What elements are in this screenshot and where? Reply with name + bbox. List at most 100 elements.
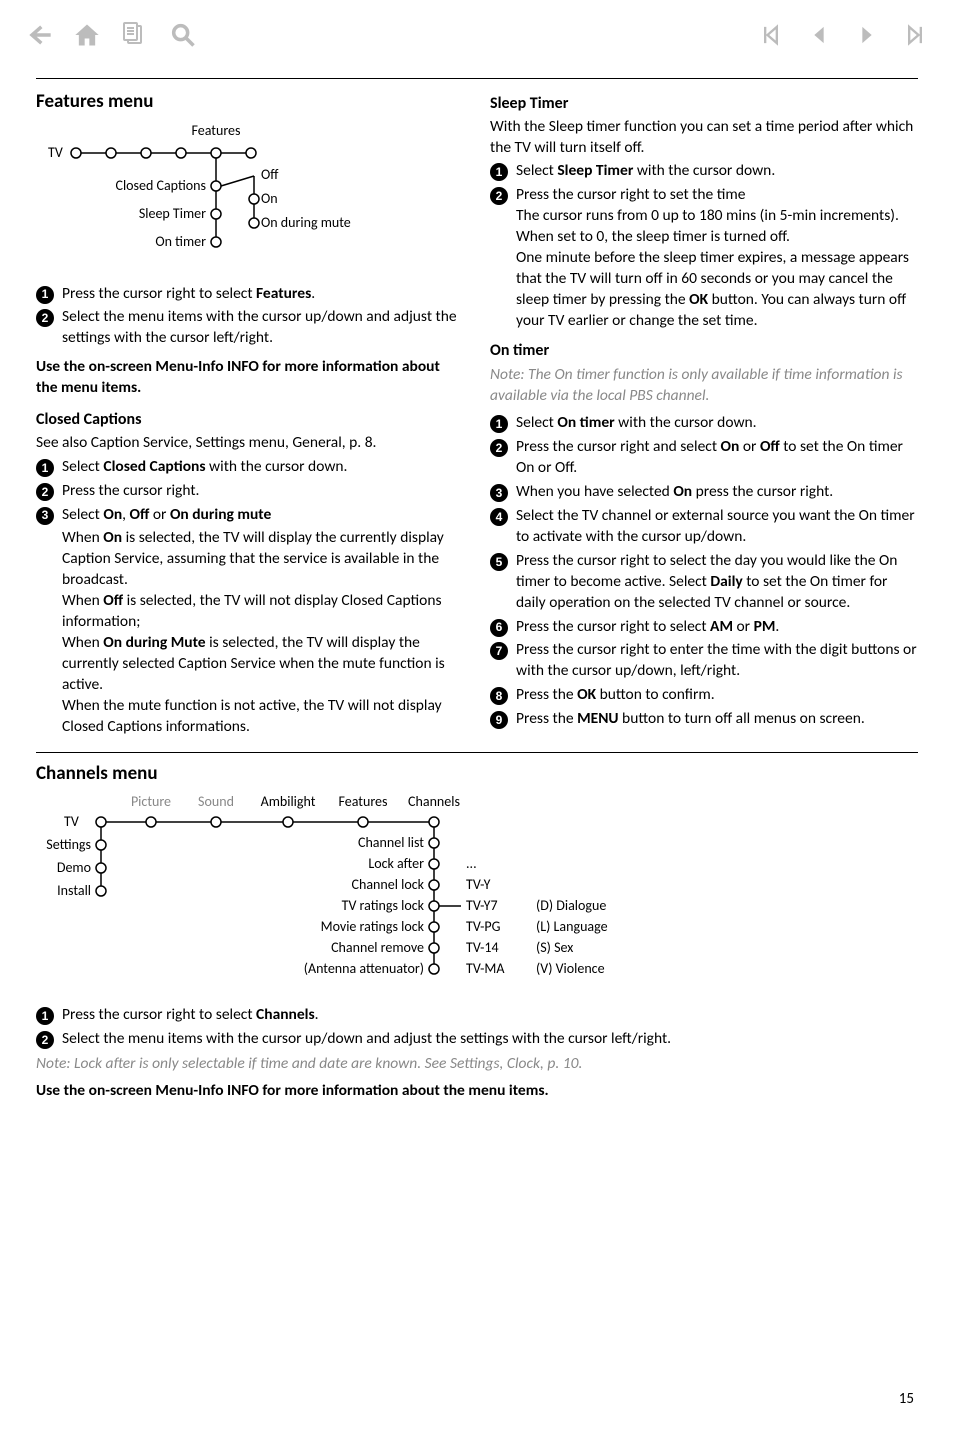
right-column: Sleep Timer With the Sleep timer functio… (490, 89, 918, 738)
step-number-badge: 1 (36, 286, 54, 304)
step-number-badge: 3 (36, 507, 54, 525)
svg-text:Install: Install (57, 882, 91, 899)
step-text: Press the cursor right to select Channel… (62, 1005, 918, 1026)
prev-page-icon[interactable] (804, 20, 834, 50)
features-step-1: 1 Press the cursor right to select Featur… (36, 284, 464, 305)
step-number-badge: 9 (490, 711, 508, 729)
channels-step-1: 1Press the cursor right to select Channe… (36, 1005, 918, 1026)
step-text: Select On timer with the cursor down. (516, 413, 918, 434)
step-text: Select Closed Captions with the cursor d… (62, 457, 464, 478)
svg-text:Picture: Picture (131, 793, 171, 810)
sleep-intro: With the Sleep timer function you can se… (490, 117, 918, 159)
channels-title: Channels menu (36, 761, 918, 787)
step-number-badge: 7 (490, 642, 508, 660)
step-text: Press the cursor right to select Feature… (62, 284, 464, 305)
cc-step-3: 3 Select On, Off or On during mute (36, 505, 464, 526)
step-number-badge: 1 (490, 415, 508, 433)
step-number-badge: 1 (490, 163, 508, 181)
svg-text:Settings: Settings (46, 836, 91, 853)
ontimer-step-8: 8 Press the OK button to confirm. (490, 685, 918, 706)
last-page-icon[interactable] (900, 20, 930, 50)
svg-text:On timer: On timer (155, 233, 206, 250)
svg-text:Off: Off (261, 166, 279, 183)
step-text: Press the cursor right to enter the time… (516, 640, 918, 682)
svg-text:Ambilight: Ambilight (261, 793, 316, 810)
home-icon[interactable] (72, 20, 102, 50)
step-text: Press the OK button to confirm. (516, 685, 918, 706)
ontimer-step-6: 6 Press the cursor right to select AM or … (490, 617, 918, 638)
toolbar-right (756, 20, 930, 50)
ontimer-step-5: 5Press the cursor right to select the da… (490, 551, 918, 614)
ontimer-step-7: 7 Press the cursor right to enter the tim… (490, 640, 918, 682)
svg-text:Features: Features (339, 793, 388, 810)
features-diagram: Features TV Closed Captions Sleep Timer (36, 121, 464, 268)
svg-text:TV ratings lock: TV ratings lock (342, 897, 425, 914)
step-text: When you have selected On press the curs… (516, 482, 918, 503)
cc-step-1: 1 Select Closed Captions with the cursor … (36, 457, 464, 478)
back-arrow-icon[interactable] (24, 20, 54, 50)
svg-text:TV-MA: TV-MA (466, 960, 505, 977)
svg-text:Demo: Demo (57, 859, 91, 876)
svg-text:Channel list: Channel list (358, 834, 424, 851)
svg-text:Closed Captions: Closed Captions (115, 177, 206, 194)
step-number-badge: 3 (490, 484, 508, 502)
step-text: Press the cursor right to select AM or P… (516, 617, 918, 638)
step-text: Select Sleep Timer with the cursor down. (516, 161, 918, 182)
svg-text:...: ... (466, 855, 477, 872)
ontimer-note: Note: The On timer function is only avai… (490, 365, 918, 407)
svg-text:Channels: Channels (408, 793, 460, 810)
svg-text:Movie ratings lock: Movie ratings lock (321, 918, 425, 935)
channels-diagram: Picture Sound Ambilight Features Channel… (36, 792, 918, 989)
page-number: 15 (899, 1389, 914, 1409)
ontimer-step-2: 2 Press the cursor right and select On or… (490, 437, 918, 479)
features-title: Features menu (36, 89, 464, 115)
step-text: Press the cursor right and select On or … (516, 437, 918, 479)
svg-text:TV-Y7: TV-Y7 (466, 897, 498, 914)
cc-step-2: 2 Press the cursor right. (36, 481, 464, 502)
sleep-step-1: 1 Select Sleep Timer with the cursor down… (490, 161, 918, 182)
ontimer-step-9: 9Press the MENU button to turn off all m… (490, 709, 918, 730)
step-text: Press the cursor right to set the timeTh… (516, 185, 918, 331)
search-icon[interactable] (168, 20, 198, 50)
cc-detail: When On is selected, the TV will display… (62, 528, 464, 737)
ontimer-step-4: 4 Select the TV channel or external sourc… (490, 506, 918, 548)
step-text: Press the cursor right to select the day… (516, 551, 918, 614)
svg-text:On during mute: On during mute (261, 214, 351, 231)
svg-text:TV-PG: TV-PG (466, 918, 501, 935)
step-number-badge: 4 (490, 508, 508, 526)
channels-step-2: 2 Select the menu items with the cursor u… (36, 1029, 918, 1050)
channels-info-note: Use the on-screen Menu-Info INFO for mor… (36, 1081, 918, 1102)
cc-see: See also Caption Service, Settings menu,… (36, 433, 464, 454)
step-text: Press the cursor right. (62, 481, 464, 502)
svg-text:Lock after: Lock after (368, 855, 424, 872)
top-rule (36, 78, 918, 79)
sleep-head: Sleep Timer (490, 93, 918, 115)
svg-text:Features: Features (192, 122, 241, 139)
next-page-icon[interactable] (852, 20, 882, 50)
ontimer-step-1: 1 Select On timer with the cursor down. (490, 413, 918, 434)
pdf-toolbar (24, 10, 930, 60)
step-number-badge: 2 (36, 309, 54, 327)
first-page-icon[interactable] (756, 20, 786, 50)
step-number-badge: 2 (36, 1031, 54, 1049)
step-number-badge: 2 (36, 483, 54, 501)
step-number-badge: 8 (490, 687, 508, 705)
cc-head: Closed Captions (36, 409, 464, 431)
svg-text:TV: TV (64, 813, 79, 830)
step-text: Select the menu items with the cursor up… (62, 1029, 918, 1050)
svg-text:TV-Y: TV-Y (466, 876, 491, 893)
step-number-badge: 1 (36, 459, 54, 477)
step-number-badge: 6 (490, 619, 508, 637)
svg-text:(L) Language: (L) Language (536, 918, 608, 935)
sleep-step-2: 2Press the cursor right to set the timeT… (490, 185, 918, 331)
step-text: Select On, Off or On during mute (62, 505, 464, 526)
step-text: Select the TV channel or external source… (516, 506, 918, 548)
svg-text:(Antenna attenuator): (Antenna attenuator) (304, 960, 424, 977)
mid-rule (36, 752, 918, 753)
svg-text:TV-14: TV-14 (466, 939, 499, 956)
features-step-2: 2Select the menu items with the cursor u… (36, 307, 464, 349)
svg-text:Channel lock: Channel lock (352, 876, 425, 893)
step-number-badge: 2 (490, 439, 508, 457)
svg-text:(V) Violence: (V) Violence (536, 960, 605, 977)
document-icon[interactable] (120, 20, 150, 50)
